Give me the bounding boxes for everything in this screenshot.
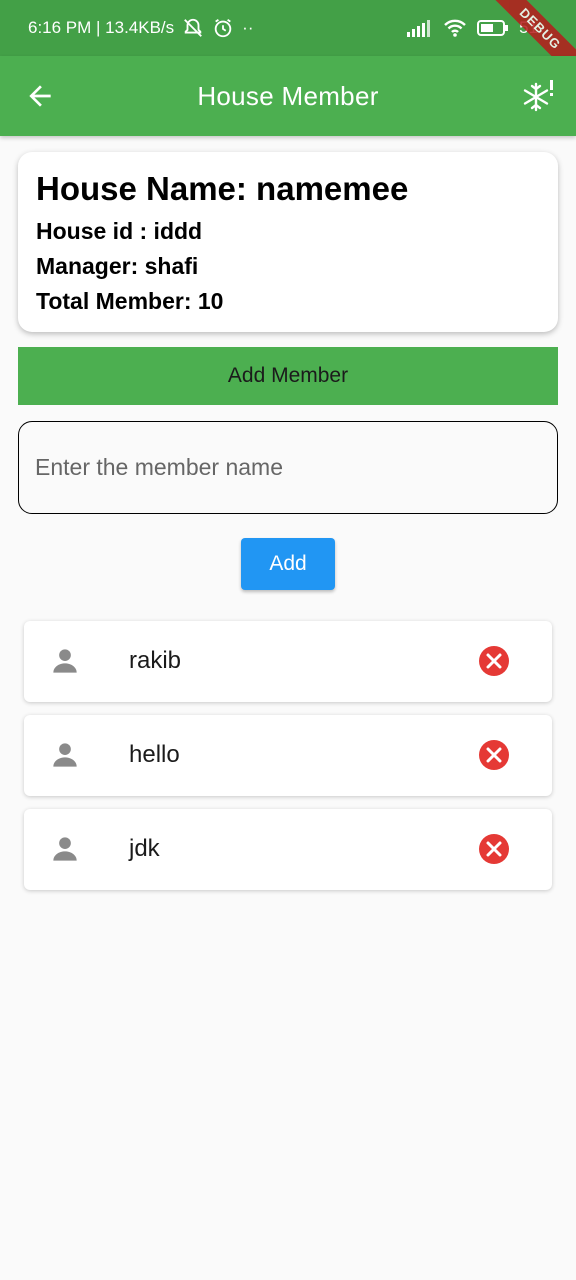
battery-icon xyxy=(477,20,509,36)
signal-icon xyxy=(407,20,431,37)
wifi-icon xyxy=(444,19,466,37)
app-bar: House Member xyxy=(0,56,576,136)
status-time-speed: 6:16 PM | 13.4KB/s xyxy=(28,18,175,37)
person-icon xyxy=(53,837,77,861)
status-left: 6:16 PM | 13.4KB/s ·· xyxy=(28,17,254,39)
member-card: hello xyxy=(24,715,552,796)
mute-bell-icon xyxy=(184,18,203,37)
member-name: hello xyxy=(129,741,180,768)
member-name: jdk xyxy=(129,835,160,862)
page-title: House Member xyxy=(197,80,379,111)
alarm-icon xyxy=(214,18,232,38)
house-manager: Manager: shafi xyxy=(36,253,199,279)
status-bar: 6:16 PM | 13.4KB/s ·· xyxy=(0,0,576,56)
remove-icon[interactable] xyxy=(478,739,510,771)
add-button[interactable]: Add xyxy=(241,538,335,590)
member-card: jdk xyxy=(24,809,552,890)
remove-icon[interactable] xyxy=(478,645,510,677)
house-id: House id : iddd xyxy=(36,218,203,244)
house-info-card: House Name: namemee House id : iddd Mana… xyxy=(18,152,558,332)
add-member-header[interactable]: Add Member xyxy=(18,347,558,405)
snowflake-icon[interactable] xyxy=(520,78,556,114)
member-name: rakib xyxy=(129,647,182,674)
house-name: House Name: namemee xyxy=(36,170,409,207)
house-total-members: Total Member: 10 xyxy=(36,288,224,314)
member-name-input[interactable] xyxy=(18,421,558,514)
remove-icon[interactable] xyxy=(478,833,510,865)
person-icon xyxy=(53,649,77,673)
status-dots: ·· xyxy=(242,18,254,37)
member-card: rakib xyxy=(24,621,552,702)
person-icon xyxy=(53,743,77,767)
